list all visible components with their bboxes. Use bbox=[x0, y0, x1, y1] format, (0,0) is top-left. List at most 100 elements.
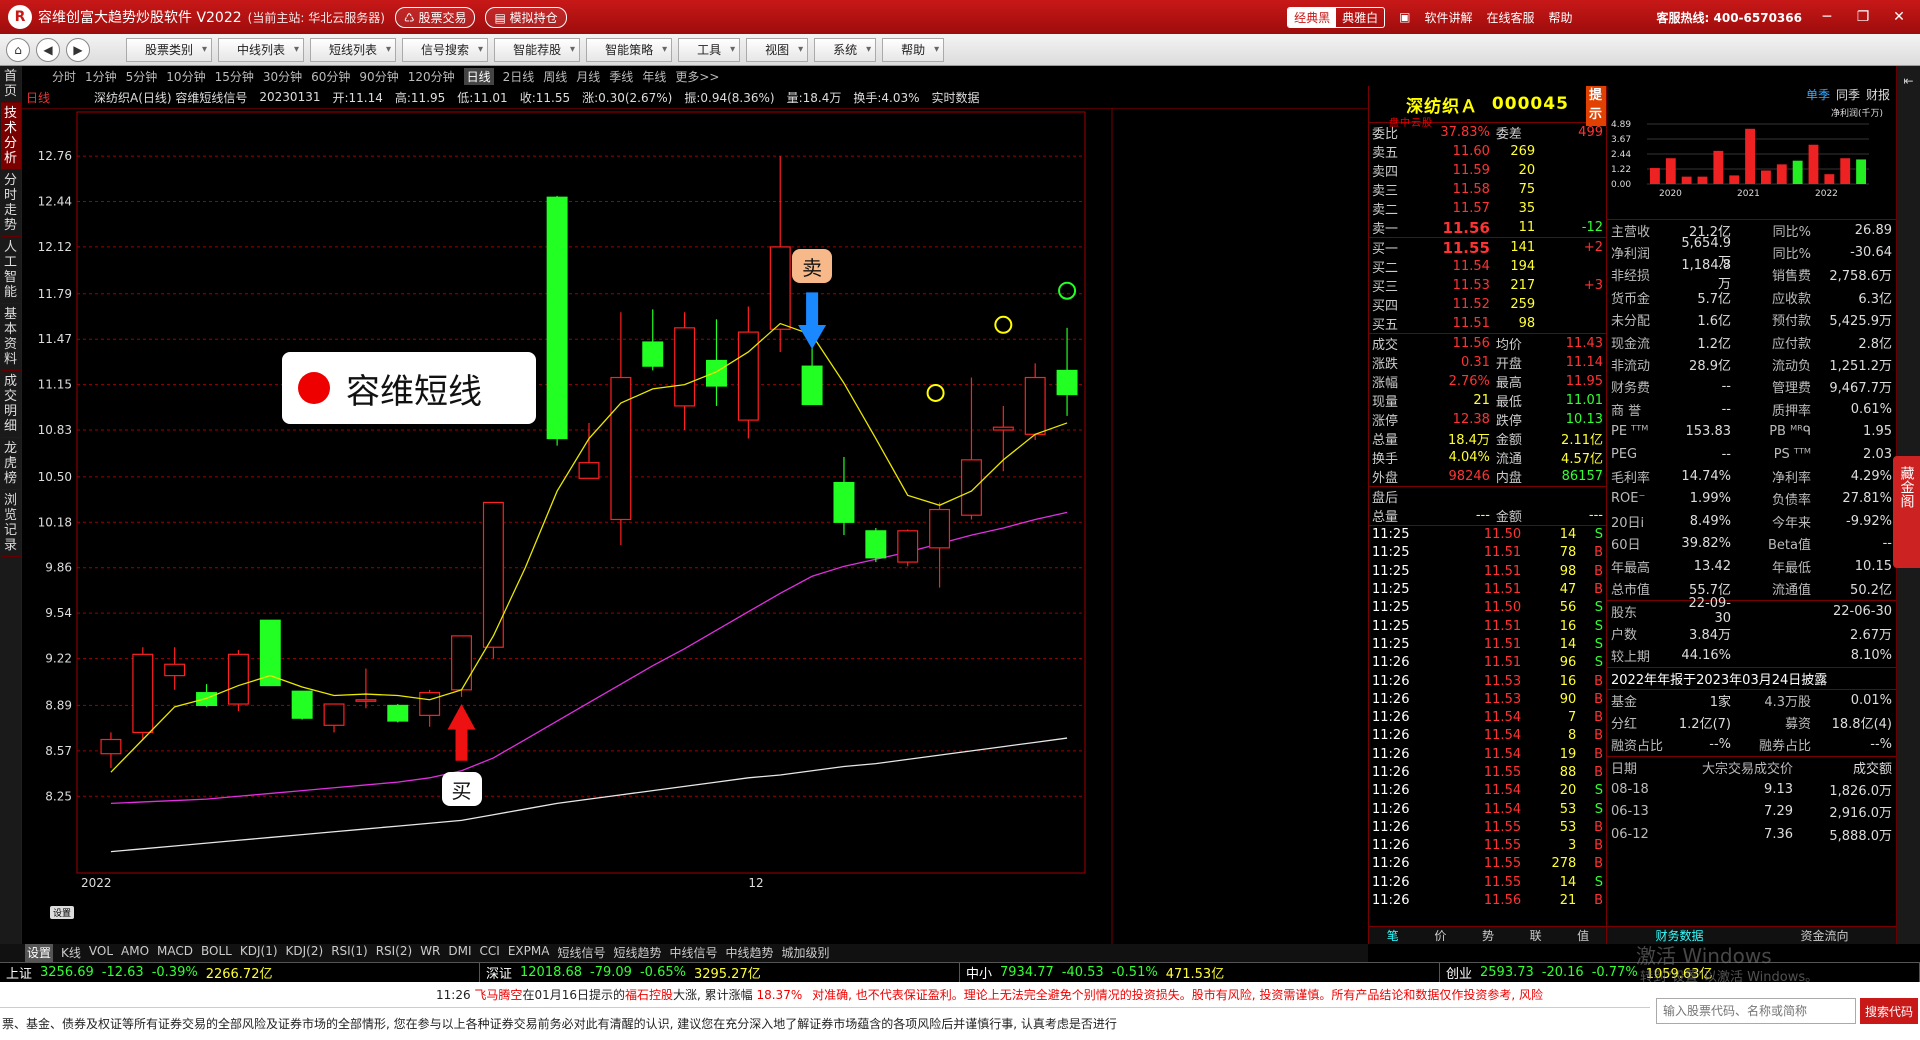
indicator-7[interactable]: RSI(1) bbox=[331, 944, 368, 962]
search-input[interactable] bbox=[1656, 998, 1856, 1024]
menu-view[interactable]: 视图 bbox=[746, 37, 809, 62]
candle-body[interactable] bbox=[897, 530, 919, 563]
candle-body[interactable] bbox=[833, 481, 855, 523]
candle-body[interactable] bbox=[929, 508, 951, 549]
candle-body[interactable] bbox=[706, 359, 727, 387]
period-3[interactable]: 10分钟 bbox=[166, 68, 205, 85]
quote-tab-2[interactable]: 势 bbox=[1464, 927, 1512, 944]
left-tab-1[interactable]: 技术分析 bbox=[0, 103, 21, 170]
fin-top-tab-2[interactable]: 财报 bbox=[1866, 86, 1890, 106]
sim-position-button[interactable]: ▤ 模拟持仓 bbox=[485, 6, 567, 28]
indicator-6[interactable]: KDJ(2) bbox=[286, 944, 324, 962]
candle-body[interactable] bbox=[610, 376, 632, 521]
candle-body[interactable] bbox=[642, 341, 664, 367]
minimize-icon[interactable]: ─ bbox=[1816, 9, 1838, 25]
back-icon[interactable]: ◀ bbox=[36, 37, 60, 62]
candle-body[interactable] bbox=[196, 692, 218, 707]
menu-shortline-list[interactable]: 短线列表 bbox=[310, 37, 397, 62]
period-2[interactable]: 5分钟 bbox=[126, 68, 158, 85]
candle-body[interactable] bbox=[355, 699, 377, 702]
candle-body[interactable] bbox=[419, 692, 441, 716]
menu-tools[interactable]: 工具 bbox=[678, 37, 741, 62]
indicator-11[interactable]: CCI bbox=[480, 944, 500, 962]
period-10[interactable]: 2日线 bbox=[503, 68, 535, 85]
candle-body[interactable] bbox=[865, 530, 887, 559]
indicator-0[interactable]: K线 bbox=[61, 944, 81, 962]
indicator-4[interactable]: BOLL bbox=[201, 944, 232, 962]
skin-elegant[interactable]: 典雅白 bbox=[1336, 8, 1384, 27]
news-target[interactable]: 福石控股 bbox=[625, 988, 673, 1002]
left-tab-3[interactable]: 人工智能 bbox=[0, 237, 21, 304]
menu-stock-category[interactable]: 股票类别 bbox=[126, 37, 213, 62]
indicator-13[interactable]: 短线信号 bbox=[557, 944, 605, 962]
indicator-8[interactable]: RSI(2) bbox=[376, 944, 413, 962]
restore-icon[interactable]: ❐ bbox=[1852, 9, 1874, 25]
indicator-9[interactable]: WR bbox=[420, 944, 440, 962]
candle-body[interactable] bbox=[451, 635, 472, 691]
left-tab-2[interactable]: 分时走势 bbox=[0, 170, 21, 237]
index-2[interactable]: 中小 7934.77 -40.53 -0.51% 471.53亿 bbox=[960, 963, 1440, 982]
candle-body[interactable] bbox=[546, 196, 568, 440]
candle-body[interactable] bbox=[164, 663, 186, 677]
candle-body[interactable] bbox=[387, 704, 409, 722]
period-13[interactable]: 季线 bbox=[609, 68, 633, 85]
index-0[interactable]: 上证 3256.69 -12.63 -0.39% 2266.72亿 bbox=[0, 963, 480, 982]
candle-body[interactable] bbox=[227, 653, 249, 705]
period-12[interactable]: 月线 bbox=[576, 68, 600, 85]
help-link[interactable]: 帮助 bbox=[1549, 9, 1573, 26]
quote-tab-4[interactable]: 值 bbox=[1559, 927, 1607, 944]
hint-button[interactable]: 提示 bbox=[1586, 86, 1606, 126]
period-9[interactable]: 日线 bbox=[463, 67, 494, 85]
close-icon[interactable]: ✕ bbox=[1888, 9, 1910, 25]
menu-signal-search[interactable]: 信号搜索 bbox=[402, 37, 489, 62]
indicator-10[interactable]: DMI bbox=[448, 944, 471, 962]
skin-classic[interactable]: 经典黑 bbox=[1288, 7, 1337, 27]
quote-tab-3[interactable]: 联 bbox=[1512, 927, 1560, 944]
help-video-link[interactable]: 软件讲解 bbox=[1424, 9, 1472, 26]
period-1[interactable]: 1分钟 bbox=[85, 68, 117, 85]
period-6[interactable]: 60分钟 bbox=[311, 68, 350, 85]
quote-tab-0[interactable]: 笔 bbox=[1369, 927, 1417, 944]
candle-body[interactable] bbox=[291, 690, 313, 719]
candle-body[interactable] bbox=[674, 327, 696, 407]
candle-body[interactable] bbox=[578, 462, 600, 479]
period-0[interactable]: 分时 bbox=[52, 68, 76, 85]
indicator-14[interactable]: 短线趋势 bbox=[613, 944, 661, 962]
indicator-12[interactable]: EXPMA bbox=[508, 944, 550, 962]
kline-svg[interactable]: 12.76 12.44 12.12 11.79 11.47 11.15 10.83 10.50… bbox=[22, 108, 1368, 944]
online-service-link[interactable]: 在线客服 bbox=[1487, 9, 1535, 26]
collapse-icon[interactable]: ⇤ bbox=[1897, 74, 1920, 88]
menu-smart-pick[interactable]: 智能荐股 bbox=[494, 37, 581, 62]
indicator-17[interactable]: 城加级别 bbox=[782, 944, 830, 962]
indicator-2[interactable]: AMO bbox=[121, 944, 149, 962]
indicator-15[interactable]: 中线信号 bbox=[669, 944, 717, 962]
menu-smart-strategy[interactable]: 智能策略 bbox=[586, 37, 673, 62]
candle-body[interactable] bbox=[992, 426, 1014, 431]
quote-tab-1[interactable]: 价 bbox=[1417, 927, 1465, 944]
index-1[interactable]: 深证 12018.68 -79.09 -0.65% 3295.27亿 bbox=[480, 963, 960, 982]
candle-body[interactable] bbox=[769, 246, 791, 330]
skin-switcher[interactable]: 经典黑 典雅白 bbox=[1287, 6, 1386, 28]
candle-body[interactable] bbox=[1056, 369, 1078, 396]
chart-settings-button[interactable]: 设置 bbox=[50, 906, 75, 919]
indicator-3[interactable]: MACD bbox=[157, 944, 193, 962]
forward-icon[interactable]: ▶ bbox=[66, 37, 90, 62]
left-tab-7[interactable]: 浏览记录 bbox=[0, 490, 21, 557]
period-15[interactable]: 更多>> bbox=[675, 68, 719, 85]
menu-help[interactable]: 帮助 bbox=[882, 37, 945, 62]
period-14[interactable]: 年线 bbox=[642, 68, 666, 85]
menu-midline-list[interactable]: 中线列表 bbox=[218, 37, 305, 62]
fin-tab-1[interactable]: 资金流向 bbox=[1752, 927, 1897, 944]
period-5[interactable]: 30分钟 bbox=[263, 68, 302, 85]
left-tab-4[interactable]: 基本资料 bbox=[0, 304, 21, 371]
search-button[interactable]: 搜索代码 bbox=[1860, 998, 1918, 1024]
period-11[interactable]: 周线 bbox=[543, 68, 567, 85]
fin-top-tab-1[interactable]: 同季 bbox=[1836, 86, 1860, 106]
left-tab-0[interactable]: 首页 bbox=[0, 66, 21, 103]
candle-body[interactable] bbox=[482, 501, 504, 648]
indicator-1[interactable]: VOL bbox=[89, 944, 113, 962]
indicator-16[interactable]: 中线趋势 bbox=[725, 944, 773, 962]
left-tab-5[interactable]: 成交明细 bbox=[0, 371, 21, 438]
candle-body[interactable] bbox=[100, 738, 122, 755]
period-4[interactable]: 15分钟 bbox=[215, 68, 254, 85]
